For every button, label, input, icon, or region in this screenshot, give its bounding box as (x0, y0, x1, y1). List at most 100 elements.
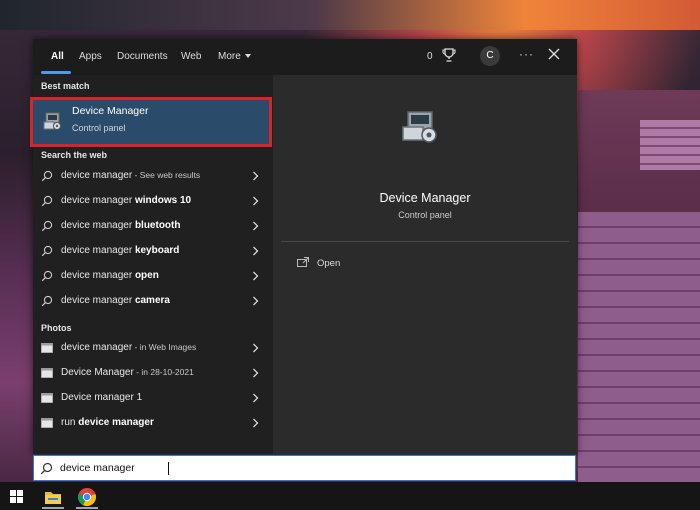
chevron-right-icon[interactable] (252, 368, 259, 378)
device-manager-icon (402, 111, 437, 143)
result-text: device manager keyboard (61, 245, 179, 256)
search-tabs-bar: All Apps Documents Web More 0 C ··· (33, 39, 577, 75)
image-icon (41, 368, 53, 378)
chevron-right-icon[interactable] (252, 393, 259, 403)
photo-result-item[interactable]: Device manager 1 (33, 386, 273, 411)
result-text-prefix: device manager (61, 270, 135, 281)
chevron-right-icon[interactable] (252, 196, 259, 206)
result-text-prefix: device manager (61, 245, 135, 256)
wallpaper-boardwalk (578, 212, 700, 482)
chevron-right-icon[interactable] (252, 246, 259, 256)
best-match-heading: Best match (41, 81, 90, 91)
result-text-prefix: device manager (61, 295, 135, 306)
open-icon (297, 257, 309, 267)
rewards-points: 0 (427, 51, 433, 62)
result-text-suffix: - in 28-10-2021 (133, 367, 194, 377)
photo-result-item[interactable]: run device manager (33, 411, 273, 436)
chrome-running-indicator (76, 507, 98, 509)
search-icon (41, 220, 53, 232)
chevron-right-icon[interactable] (252, 296, 259, 306)
photo-result-item[interactable]: Device Manager - in 28-10-2021 (33, 361, 273, 386)
taskbar (0, 482, 700, 510)
result-text: Device Manager - in 28-10-2021 (61, 367, 194, 378)
result-text-prefix: run (61, 417, 79, 428)
web-result-item[interactable]: device manager - See web results (33, 164, 273, 189)
result-text-prefix: device manager (61, 195, 135, 206)
preview-title: Device Manager (379, 191, 471, 205)
result-text: device manager - in Web Images (61, 342, 196, 353)
tab-web[interactable]: Web (181, 51, 201, 62)
more-options-icon[interactable]: ··· (519, 47, 534, 61)
best-match-title: Device Manager (72, 105, 149, 117)
chrome-icon[interactable] (76, 486, 98, 508)
result-text-suffix: - See web results (132, 170, 201, 180)
image-icon (41, 343, 53, 353)
search-icon (41, 245, 53, 257)
result-text-bold: keyboard (134, 245, 180, 256)
result-text: device manager windows 10 (61, 195, 191, 206)
result-text-prefix: device manager (61, 220, 135, 231)
open-action[interactable]: Open (317, 258, 340, 269)
tab-apps[interactable]: Apps (79, 51, 102, 62)
result-text: device manager open (61, 270, 159, 281)
start-search-panel: All Apps Documents Web More 0 C ··· Best… (30, 39, 577, 454)
chevron-right-icon[interactable] (252, 418, 259, 428)
preview-divider (281, 241, 569, 242)
result-text-bold: camera (134, 295, 170, 306)
search-input[interactable] (60, 458, 540, 478)
web-result-item[interactable]: device manager camera (33, 289, 273, 314)
text-caret (168, 462, 169, 475)
web-result-item[interactable]: device manager keyboard (33, 239, 273, 264)
windows-start-icon[interactable] (10, 490, 23, 503)
image-icon (41, 393, 53, 403)
result-text-bold: device manager (78, 417, 154, 428)
preview-pane: Device Manager Control panel Open (273, 75, 577, 454)
search-icon (41, 270, 53, 282)
result-text-suffix: - in Web Images (132, 342, 197, 352)
search-box[interactable] (33, 455, 576, 481)
result-text: device manager - See web results (61, 170, 200, 181)
result-text-prefix: Device Manager (61, 367, 134, 378)
best-match-subtitle: Control panel (72, 123, 126, 133)
active-tab-indicator (41, 71, 71, 74)
close-icon[interactable] (547, 47, 561, 61)
result-text-bold: open (134, 270, 159, 281)
device-manager-icon (43, 112, 61, 130)
chevron-right-icon[interactable] (252, 271, 259, 281)
search-icon (41, 295, 53, 307)
tab-more[interactable]: More (218, 51, 251, 62)
chevron-right-icon[interactable] (252, 221, 259, 231)
wallpaper-sky (0, 0, 700, 30)
wallpaper-boardwalk-far (640, 120, 700, 170)
result-text-bold: windows 10 (134, 195, 192, 206)
result-text: device manager bluetooth (61, 220, 180, 231)
file-explorer-icon[interactable] (42, 486, 64, 508)
tab-documents[interactable]: Documents (117, 51, 168, 62)
result-text-prefix: device manager (61, 170, 133, 181)
chevron-right-icon[interactable] (252, 171, 259, 181)
trophy-icon[interactable] (441, 47, 457, 63)
explorer-running-indicator (42, 507, 64, 509)
search-icon (41, 195, 53, 207)
tab-more-label: More (218, 51, 241, 62)
web-result-item[interactable]: device manager bluetooth (33, 214, 273, 239)
chevron-right-icon[interactable] (252, 343, 259, 353)
account-avatar[interactable]: C (480, 46, 500, 66)
search-icon (40, 462, 53, 475)
chevron-down-icon (244, 54, 251, 59)
result-text-prefix: device manager (61, 342, 133, 353)
result-text: run device manager (61, 417, 154, 428)
image-icon (41, 418, 53, 428)
result-text: device manager camera (61, 295, 170, 306)
search-icon (41, 170, 53, 182)
web-result-item[interactable]: device manager open (33, 264, 273, 289)
result-text-prefix: Device manager 1 (61, 392, 143, 403)
best-match-result[interactable] (30, 97, 272, 147)
result-text-bold: bluetooth (134, 220, 181, 231)
photo-result-item[interactable]: device manager - in Web Images (33, 336, 273, 361)
web-result-item[interactable]: device manager windows 10 (33, 189, 273, 214)
results-list: Best match Device Manager Control panel … (30, 75, 273, 454)
tab-all[interactable]: All (51, 51, 64, 62)
result-text: Device manager 1 (61, 392, 142, 403)
search-web-heading: Search the web (41, 150, 108, 160)
